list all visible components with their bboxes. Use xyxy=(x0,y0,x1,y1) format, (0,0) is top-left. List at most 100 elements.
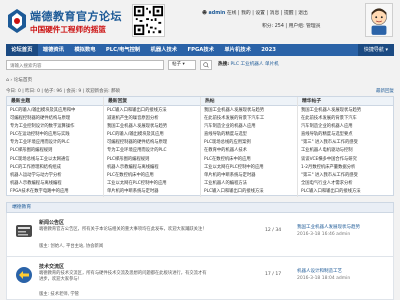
list-item[interactable]: 机器人示教编程与离线编程 xyxy=(107,164,197,172)
hot-search-item[interactable]: 工业机器人 xyxy=(241,62,264,67)
search-type-select[interactable]: 帖子 ▾ xyxy=(168,60,196,70)
list-item[interactable]: 机器人运动学与动力学分析 xyxy=(10,172,100,180)
column-title: 最新回复 xyxy=(104,97,200,106)
list-item[interactable]: 专为工业环境应用而设计的PLC xyxy=(10,139,100,147)
user-link-logout[interactable]: 退出 xyxy=(298,11,308,16)
list-item[interactable]: 专为工业环境应用而设计的PLC xyxy=(107,147,197,155)
site-title: 端德教育官方论坛 xyxy=(30,10,122,23)
list-item[interactable]: 工业以太网在PLC控制中的应用 xyxy=(107,180,197,188)
nav-item-fpga[interactable]: FPGA技术 xyxy=(182,44,219,56)
user-link-messages[interactable]: 消息 xyxy=(270,11,280,16)
nav-item-2023[interactable]: 2023 xyxy=(256,44,281,56)
list-item[interactable]: 工业以太网在PLC控制中的应用 xyxy=(204,164,294,172)
list-item[interactable]: PLC的输入/输出模块及其应用 xyxy=(107,131,197,139)
user-points[interactable]: 积分: 254 xyxy=(262,24,284,29)
list-item[interactable]: 工业机器人的编程方法 xyxy=(204,180,294,188)
breadcrumb: ⌂ › 论坛首页 xyxy=(6,78,33,83)
list-item[interactable]: PLC在数控机床中的应用 xyxy=(107,172,197,180)
list-item[interactable]: PLC现场总线的应用案例 xyxy=(204,139,294,147)
list-item[interactable]: FPGA技术在数字电路中的应用 xyxy=(10,188,100,196)
list-item[interactable]: 全国电气行业人才需求分析 xyxy=(301,180,390,188)
forum-name[interactable]: 技术交流区 xyxy=(39,263,64,270)
nav-item-plc[interactable]: PLC/电气控制 xyxy=(101,44,146,56)
last-post-link[interactable]: 我国工业机器人发展现状与趋势 xyxy=(297,225,360,230)
last-post-meta: 2016-3-18 18:04 admin xyxy=(297,276,351,281)
list-item[interactable]: 单片机的中断系统与定时器 xyxy=(204,172,294,180)
announcement-icon xyxy=(16,225,32,237)
search-bar: 帖子 ▾ 热搜: PLC 工业机器人 单片机 xyxy=(6,59,394,71)
list-item[interactable]: PLC现场总线与工业以太网通信 xyxy=(10,156,100,164)
forum-name[interactable]: 新闻公告区 xyxy=(39,219,64,226)
forum-description: 端德教育官方公告区，所有关于本论坛相关的重大事项均在此发布，欢迎大家踊跃关注！ xyxy=(39,227,207,232)
list-item[interactable]: PLC梯形图的编程规则 xyxy=(10,147,100,155)
list-item[interactable]: 1-2月数控机床产量数据分析 xyxy=(301,164,390,172)
forum-section-title[interactable]: 端德教育 xyxy=(6,202,394,213)
avatar[interactable] xyxy=(365,3,393,37)
list-item[interactable]: 汽车制造企业的机器人应用 xyxy=(301,123,390,131)
home-icon[interactable]: ⌂ xyxy=(6,78,9,83)
site-logo[interactable]: 端德教育官方论坛 中国硬件工程师的摇篮 xyxy=(8,6,138,40)
list-item[interactable]: "第三" 进入我市从工作的感受 xyxy=(301,139,390,147)
list-item[interactable]: 在此前技术发展的背景下汽车工 xyxy=(204,115,294,123)
hot-search-item[interactable]: PLC xyxy=(231,62,240,67)
list-item[interactable]: PLC的工作原理和结构组成 xyxy=(10,164,100,172)
main-nav: 论坛首页 端德资讯 模拟数电 PLC/电气控制 机器人技术 FPGA技术 单片机… xyxy=(6,44,394,56)
column-title: 热帖 xyxy=(201,97,297,106)
column-latest-replies: 最新回复 PLC输入口和输出口的接线方法 减速机产生的噪音原因分析 我国工业机器… xyxy=(104,97,201,197)
list-item[interactable]: PLC在运动控制中的应用与实践 xyxy=(10,131,100,139)
list-item[interactable]: 可编程控制器的硬件结构与原理 xyxy=(10,115,100,123)
hot-search-item[interactable]: 单片机 xyxy=(265,62,279,67)
list-item[interactable]: 专为工业控制设计的数字运算操作 xyxy=(10,123,100,131)
list-item[interactable]: "第三" 进入我市从工作的感受 xyxy=(301,172,390,180)
last-post-link[interactable]: 机器人设计和制造工艺 xyxy=(297,269,342,274)
nav-item-home[interactable]: 论坛首页 xyxy=(6,44,38,56)
forum-description: 端德教育的技术交流区，所有与硬件技术交流及思想的问题都在此板块进行，有交流才有进… xyxy=(39,271,207,283)
hot-search: 热搜: PLC 工业机器人 单片机 xyxy=(218,61,279,67)
list-item[interactable]: 可编程控制器的硬件结构与原理 xyxy=(107,139,197,147)
list-item[interactable]: 在此前技术发展的背景下汽车 xyxy=(301,115,390,123)
user-name[interactable]: admin xyxy=(209,11,226,16)
list-item[interactable]: 单片机的中断系统与定时器 xyxy=(107,188,197,196)
list-item[interactable]: 我国工业机器人发展现状与趋势 xyxy=(301,107,390,115)
forum-row-tech[interactable]: 技术交流区 端德教育的技术交流区，所有与硬件技术交流及思想的问题都在此板块进行，… xyxy=(6,257,394,300)
user-info: 积分: 254 | 用户组: 管理员 xyxy=(262,24,321,29)
column-latest-topics: 最新主题 PLC的输入/输出模块及其应用和中 可编程控制器的硬件结构与原理 专为… xyxy=(7,97,104,197)
list-item[interactable]: 直线导轨的精度与选型 xyxy=(204,131,294,139)
logo-mark-icon xyxy=(8,9,26,33)
user-link-mine[interactable]: 我的 xyxy=(241,11,251,16)
nav-item-news[interactable]: 端德资讯 xyxy=(38,44,70,56)
nav-item-analog-digital[interactable]: 模拟数电 xyxy=(69,44,101,56)
list-item[interactable]: PLC输入口和输出口的接线方法 xyxy=(107,107,197,115)
list-item[interactable]: 我国工业机器人发展现状与趋势 xyxy=(107,123,197,131)
forum-post-count: 17 / 17 xyxy=(265,272,282,277)
list-item[interactable]: 工业机器人电机驱动与控制 xyxy=(301,147,390,155)
list-item[interactable]: 我国工业机器人发展现状与趋势 xyxy=(204,107,294,115)
user-group[interactable]: 用户组: 管理员 xyxy=(289,24,321,29)
list-item[interactable]: PLC在数控机床中的应用 xyxy=(204,156,294,164)
last-post-meta: 2016-3-18 16:46 admin xyxy=(297,232,351,237)
user-link-online[interactable]: 在线 xyxy=(227,11,237,16)
quick-nav-button[interactable]: 快捷导航 ▾ xyxy=(357,44,394,56)
list-item[interactable]: 谈谈VCE横多中国合作与研究 xyxy=(301,156,390,164)
latest-replies-link[interactable]: 最新回复 xyxy=(376,88,394,94)
user-link-settings[interactable]: 设置 xyxy=(255,11,265,16)
forum-post-count: 12 / 34 xyxy=(265,228,282,233)
breadcrumb-home[interactable]: 论坛首页 xyxy=(14,78,32,83)
search-input[interactable] xyxy=(6,60,164,70)
nav-item-robotics[interactable]: 机器人技术 xyxy=(145,44,182,56)
user-link-alerts[interactable]: 提醒 xyxy=(284,11,294,16)
list-item[interactable]: 减速机产生的噪音原因分析 xyxy=(107,115,197,123)
forum-row-news[interactable]: 新闻公告区 端德教育官方公告区，所有关于本论坛相关的重大事项均在此发布，欢迎大家… xyxy=(6,213,394,257)
list-item[interactable]: 直线导轨的精度与选型要点 xyxy=(301,131,390,139)
list-item[interactable]: 机器人示教编程与离线编程 xyxy=(10,180,100,188)
list-item[interactable]: PLC输入口和输出口的接线方法 xyxy=(301,188,390,196)
search-icon[interactable] xyxy=(200,60,212,70)
chevron-down-icon: ▾ xyxy=(182,62,185,67)
list-item[interactable]: PLC的输入/输出模块及其应用和中 xyxy=(10,107,100,115)
site-slogan: 中国硬件工程师的摇篮 xyxy=(30,25,106,34)
list-item[interactable]: PLC梯形图的编程规则 xyxy=(107,156,197,164)
list-item[interactable]: 在教育中的机器人技术 xyxy=(204,147,294,155)
list-item[interactable]: 汽车制造企业的机器人应用 xyxy=(204,123,294,131)
list-item[interactable]: PLC输入口和输出口的接线方法 xyxy=(204,188,294,196)
nav-item-mcu[interactable]: 单片机技术 xyxy=(219,44,256,56)
